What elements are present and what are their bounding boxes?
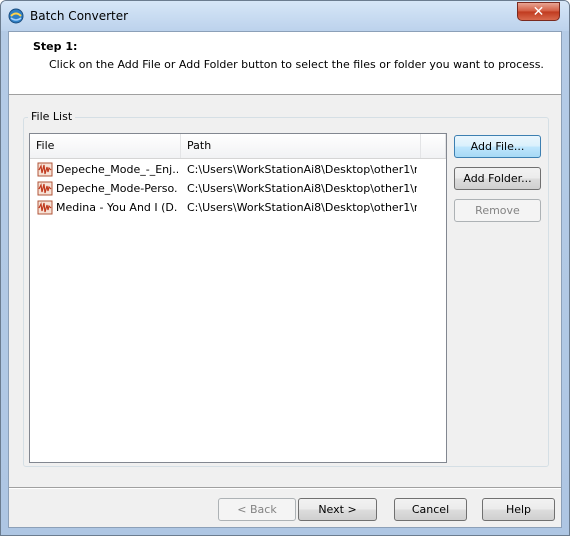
dialog-client-area: Step 1: Click on the Add File or Add Fol… [8, 31, 562, 528]
close-button[interactable]: ✕ [517, 2, 560, 21]
step-description: Click on the Add File or Add Folder butt… [49, 58, 544, 71]
bottom-divider-highlight [9, 488, 561, 489]
batch-converter-icon [8, 8, 24, 24]
back-button[interactable]: < Back [218, 498, 296, 521]
file-path-cell: C:\Users\WorkStationAi8\Desktop\other1\m… [187, 163, 417, 176]
file-path-cell: C:\Users\WorkStationAi8\Desktop\other1\m… [187, 182, 417, 195]
step-title: Step 1: [33, 40, 78, 53]
column-header-path[interactable]: Path [181, 134, 421, 158]
file-list-group-label: File List [28, 110, 76, 123]
close-icon: ✕ [532, 4, 545, 20]
cancel-button[interactable]: Cancel [394, 498, 467, 521]
audio-file-icon [37, 181, 53, 196]
batch-converter-window: Batch Converter ✕ Step 1: Click on the A… [0, 0, 570, 536]
help-button[interactable]: Help [482, 498, 555, 521]
file-list-view[interactable]: File Path Depeche_Mode_-_Enj... C:\Users… [29, 133, 447, 463]
column-header-filler [421, 134, 446, 158]
table-row[interactable]: Depeche_Mode_-_Enj... C:\Users\WorkStati… [30, 160, 446, 179]
title-bar[interactable]: Batch Converter ✕ [1, 1, 569, 31]
file-name-cell: Medina - You And I (D... [56, 201, 178, 214]
window-title: Batch Converter [30, 9, 129, 23]
column-header-file[interactable]: File [30, 134, 181, 158]
file-list-header: File Path [30, 134, 446, 159]
add-file-button[interactable]: Add File... [454, 135, 541, 158]
file-name-cell: Depeche_Mode_-_Enj... [56, 163, 178, 176]
file-name-cell: Depeche_Mode-Perso... [56, 182, 178, 195]
file-path-cell: C:\Users\WorkStationAi8\Desktop\other1\m… [187, 201, 417, 214]
remove-button[interactable]: Remove [454, 199, 541, 222]
next-button[interactable]: Next > [298, 498, 377, 521]
step-header-panel: Step 1: Click on the Add File or Add Fol… [9, 32, 561, 95]
table-row[interactable]: Medina - You And I (D... C:\Users\WorkSt… [30, 198, 446, 217]
audio-file-icon [37, 162, 53, 177]
add-folder-button[interactable]: Add Folder... [454, 167, 541, 190]
audio-file-icon [37, 200, 53, 215]
table-row[interactable]: Depeche_Mode-Perso... C:\Users\WorkStati… [30, 179, 446, 198]
